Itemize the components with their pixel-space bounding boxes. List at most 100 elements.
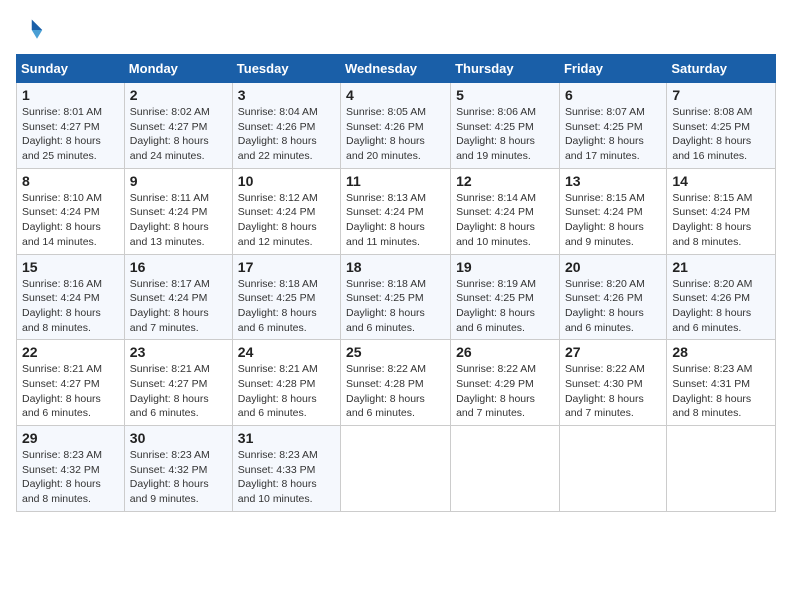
table-row: 15 Sunrise: 8:16 AM Sunset: 4:24 PM Dayl… bbox=[17, 254, 125, 340]
day-info: Sunrise: 8:12 AM Sunset: 4:24 PM Dayligh… bbox=[238, 191, 335, 250]
day-info: Sunrise: 8:07 AM Sunset: 4:25 PM Dayligh… bbox=[565, 105, 661, 164]
day-number: 25 bbox=[346, 344, 445, 360]
table-row: 25 Sunrise: 8:22 AM Sunset: 4:28 PM Dayl… bbox=[341, 340, 451, 426]
table-row: 6 Sunrise: 8:07 AM Sunset: 4:25 PM Dayli… bbox=[559, 83, 666, 169]
calendar-week-row: 1 Sunrise: 8:01 AM Sunset: 4:27 PM Dayli… bbox=[17, 83, 776, 169]
day-info: Sunrise: 8:23 AM Sunset: 4:32 PM Dayligh… bbox=[130, 448, 227, 507]
day-info: Sunrise: 8:11 AM Sunset: 4:24 PM Dayligh… bbox=[130, 191, 227, 250]
day-info: Sunrise: 8:22 AM Sunset: 4:30 PM Dayligh… bbox=[565, 362, 661, 421]
page-header bbox=[16, 16, 776, 44]
calendar-week-row: 22 Sunrise: 8:21 AM Sunset: 4:27 PM Dayl… bbox=[17, 340, 776, 426]
day-number: 26 bbox=[456, 344, 554, 360]
table-row: 9 Sunrise: 8:11 AM Sunset: 4:24 PM Dayli… bbox=[124, 168, 232, 254]
table-row bbox=[559, 426, 666, 512]
col-monday: Monday bbox=[124, 55, 232, 83]
day-info: Sunrise: 8:23 AM Sunset: 4:33 PM Dayligh… bbox=[238, 448, 335, 507]
day-info: Sunrise: 8:17 AM Sunset: 4:24 PM Dayligh… bbox=[130, 277, 227, 336]
day-number: 4 bbox=[346, 87, 445, 103]
col-wednesday: Wednesday bbox=[341, 55, 451, 83]
day-info: Sunrise: 8:04 AM Sunset: 4:26 PM Dayligh… bbox=[238, 105, 335, 164]
table-row bbox=[341, 426, 451, 512]
day-info: Sunrise: 8:08 AM Sunset: 4:25 PM Dayligh… bbox=[672, 105, 770, 164]
table-row: 5 Sunrise: 8:06 AM Sunset: 4:25 PM Dayli… bbox=[451, 83, 560, 169]
day-info: Sunrise: 8:05 AM Sunset: 4:26 PM Dayligh… bbox=[346, 105, 445, 164]
day-info: Sunrise: 8:15 AM Sunset: 4:24 PM Dayligh… bbox=[565, 191, 661, 250]
day-info: Sunrise: 8:19 AM Sunset: 4:25 PM Dayligh… bbox=[456, 277, 554, 336]
day-number: 12 bbox=[456, 173, 554, 189]
day-number: 3 bbox=[238, 87, 335, 103]
table-row: 23 Sunrise: 8:21 AM Sunset: 4:27 PM Dayl… bbox=[124, 340, 232, 426]
table-row: 28 Sunrise: 8:23 AM Sunset: 4:31 PM Dayl… bbox=[667, 340, 776, 426]
col-saturday: Saturday bbox=[667, 55, 776, 83]
table-row bbox=[667, 426, 776, 512]
table-row: 14 Sunrise: 8:15 AM Sunset: 4:24 PM Dayl… bbox=[667, 168, 776, 254]
calendar-week-row: 15 Sunrise: 8:16 AM Sunset: 4:24 PM Dayl… bbox=[17, 254, 776, 340]
day-info: Sunrise: 8:21 AM Sunset: 4:27 PM Dayligh… bbox=[22, 362, 119, 421]
day-info: Sunrise: 8:15 AM Sunset: 4:24 PM Dayligh… bbox=[672, 191, 770, 250]
day-number: 15 bbox=[22, 259, 119, 275]
day-number: 6 bbox=[565, 87, 661, 103]
day-info: Sunrise: 8:21 AM Sunset: 4:27 PM Dayligh… bbox=[130, 362, 227, 421]
table-row: 21 Sunrise: 8:20 AM Sunset: 4:26 PM Dayl… bbox=[667, 254, 776, 340]
day-number: 1 bbox=[22, 87, 119, 103]
day-number: 22 bbox=[22, 344, 119, 360]
day-number: 13 bbox=[565, 173, 661, 189]
day-number: 5 bbox=[456, 87, 554, 103]
day-info: Sunrise: 8:21 AM Sunset: 4:28 PM Dayligh… bbox=[238, 362, 335, 421]
day-info: Sunrise: 8:22 AM Sunset: 4:28 PM Dayligh… bbox=[346, 362, 445, 421]
day-number: 17 bbox=[238, 259, 335, 275]
table-row: 2 Sunrise: 8:02 AM Sunset: 4:27 PM Dayli… bbox=[124, 83, 232, 169]
table-row: 12 Sunrise: 8:14 AM Sunset: 4:24 PM Dayl… bbox=[451, 168, 560, 254]
day-number: 14 bbox=[672, 173, 770, 189]
table-row: 1 Sunrise: 8:01 AM Sunset: 4:27 PM Dayli… bbox=[17, 83, 125, 169]
header-row: Sunday Monday Tuesday Wednesday Thursday… bbox=[17, 55, 776, 83]
col-thursday: Thursday bbox=[451, 55, 560, 83]
day-info: Sunrise: 8:18 AM Sunset: 4:25 PM Dayligh… bbox=[238, 277, 335, 336]
day-info: Sunrise: 8:02 AM Sunset: 4:27 PM Dayligh… bbox=[130, 105, 227, 164]
day-info: Sunrise: 8:14 AM Sunset: 4:24 PM Dayligh… bbox=[456, 191, 554, 250]
day-number: 27 bbox=[565, 344, 661, 360]
day-info: Sunrise: 8:16 AM Sunset: 4:24 PM Dayligh… bbox=[22, 277, 119, 336]
table-row: 31 Sunrise: 8:23 AM Sunset: 4:33 PM Dayl… bbox=[232, 426, 340, 512]
day-info: Sunrise: 8:23 AM Sunset: 4:32 PM Dayligh… bbox=[22, 448, 119, 507]
day-number: 30 bbox=[130, 430, 227, 446]
day-number: 11 bbox=[346, 173, 445, 189]
table-row: 4 Sunrise: 8:05 AM Sunset: 4:26 PM Dayli… bbox=[341, 83, 451, 169]
table-row: 10 Sunrise: 8:12 AM Sunset: 4:24 PM Dayl… bbox=[232, 168, 340, 254]
day-number: 2 bbox=[130, 87, 227, 103]
table-row: 27 Sunrise: 8:22 AM Sunset: 4:30 PM Dayl… bbox=[559, 340, 666, 426]
table-row: 19 Sunrise: 8:19 AM Sunset: 4:25 PM Dayl… bbox=[451, 254, 560, 340]
day-info: Sunrise: 8:23 AM Sunset: 4:31 PM Dayligh… bbox=[672, 362, 770, 421]
logo-icon bbox=[16, 16, 44, 44]
table-row: 29 Sunrise: 8:23 AM Sunset: 4:32 PM Dayl… bbox=[17, 426, 125, 512]
table-row: 13 Sunrise: 8:15 AM Sunset: 4:24 PM Dayl… bbox=[559, 168, 666, 254]
day-number: 31 bbox=[238, 430, 335, 446]
day-info: Sunrise: 8:18 AM Sunset: 4:25 PM Dayligh… bbox=[346, 277, 445, 336]
day-number: 24 bbox=[238, 344, 335, 360]
table-row: 8 Sunrise: 8:10 AM Sunset: 4:24 PM Dayli… bbox=[17, 168, 125, 254]
day-info: Sunrise: 8:13 AM Sunset: 4:24 PM Dayligh… bbox=[346, 191, 445, 250]
table-row: 7 Sunrise: 8:08 AM Sunset: 4:25 PM Dayli… bbox=[667, 83, 776, 169]
col-friday: Friday bbox=[559, 55, 666, 83]
table-row: 18 Sunrise: 8:18 AM Sunset: 4:25 PM Dayl… bbox=[341, 254, 451, 340]
calendar-week-row: 29 Sunrise: 8:23 AM Sunset: 4:32 PM Dayl… bbox=[17, 426, 776, 512]
calendar-week-row: 8 Sunrise: 8:10 AM Sunset: 4:24 PM Dayli… bbox=[17, 168, 776, 254]
day-number: 10 bbox=[238, 173, 335, 189]
day-number: 28 bbox=[672, 344, 770, 360]
table-row: 11 Sunrise: 8:13 AM Sunset: 4:24 PM Dayl… bbox=[341, 168, 451, 254]
calendar-table: Sunday Monday Tuesday Wednesday Thursday… bbox=[16, 54, 776, 512]
day-info: Sunrise: 8:10 AM Sunset: 4:24 PM Dayligh… bbox=[22, 191, 119, 250]
day-number: 19 bbox=[456, 259, 554, 275]
table-row: 24 Sunrise: 8:21 AM Sunset: 4:28 PM Dayl… bbox=[232, 340, 340, 426]
day-number: 29 bbox=[22, 430, 119, 446]
table-row bbox=[451, 426, 560, 512]
day-info: Sunrise: 8:06 AM Sunset: 4:25 PM Dayligh… bbox=[456, 105, 554, 164]
table-row: 22 Sunrise: 8:21 AM Sunset: 4:27 PM Dayl… bbox=[17, 340, 125, 426]
day-number: 20 bbox=[565, 259, 661, 275]
day-info: Sunrise: 8:20 AM Sunset: 4:26 PM Dayligh… bbox=[565, 277, 661, 336]
day-number: 16 bbox=[130, 259, 227, 275]
table-row: 17 Sunrise: 8:18 AM Sunset: 4:25 PM Dayl… bbox=[232, 254, 340, 340]
table-row: 30 Sunrise: 8:23 AM Sunset: 4:32 PM Dayl… bbox=[124, 426, 232, 512]
day-info: Sunrise: 8:01 AM Sunset: 4:27 PM Dayligh… bbox=[22, 105, 119, 164]
table-row: 3 Sunrise: 8:04 AM Sunset: 4:26 PM Dayli… bbox=[232, 83, 340, 169]
